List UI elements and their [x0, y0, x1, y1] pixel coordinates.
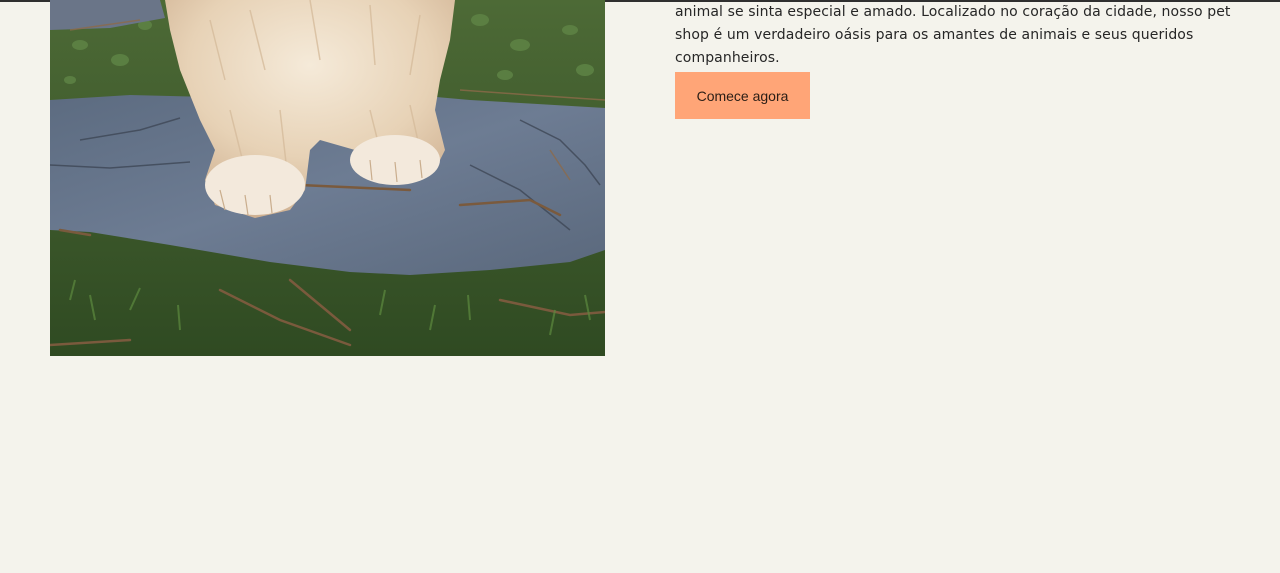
about-description: animal se sinta especial e amado. Locali…	[675, 4, 1231, 66]
about-text-column: animal se sinta especial e amado. Locali…	[675, 0, 1235, 70]
dog-photo	[50, 0, 605, 356]
start-now-button[interactable]: Comece agora	[675, 72, 810, 119]
